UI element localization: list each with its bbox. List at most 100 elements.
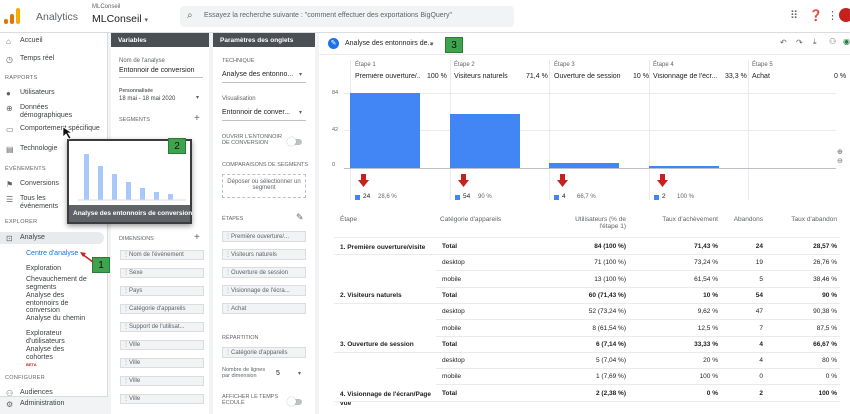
download-icon[interactable]: ⤓	[813, 37, 817, 47]
nav-sub-centre-analyse[interactable]: Centre d'analyse	[26, 250, 78, 258]
nav-sub-entonnoirs[interactable]: Analyse des entonnoirs de conversion	[26, 292, 92, 315]
preview-bar	[168, 194, 173, 200]
dimension-chip[interactable]: Sexe	[120, 268, 204, 278]
table-cell-cat: Total	[442, 291, 458, 299]
date-range[interactable]: 18 mai - 18 mai 2020	[119, 96, 175, 102]
segments-label: SEGMENTS	[119, 117, 150, 123]
section-configurer: CONFIGURER	[5, 375, 45, 381]
open-funnel-toggle[interactable]	[287, 137, 302, 146]
share-icon[interactable]: ⚇	[829, 37, 836, 46]
nav-sub-exploration[interactable]: Exploration	[26, 265, 61, 273]
dropoff-percentage: 28,6 %	[378, 194, 397, 200]
tab-funnel-icon[interactable]: ✎	[328, 38, 339, 49]
step-chip[interactable]: Ouverture de session	[222, 267, 306, 278]
dimension-chip[interactable]: Ville	[120, 340, 204, 350]
step-label: Étape 2	[454, 62, 475, 68]
funnel-bar[interactable]	[549, 162, 619, 168]
popup-caption: Analyse des entonnoirs de conversion	[69, 205, 192, 222]
step-chip[interactable]: Visiteurs naturels	[222, 249, 306, 260]
table-cell-rate: 33,33 %	[694, 340, 718, 348]
visualisation-select[interactable]: Entonnoir de conver...	[222, 109, 290, 116]
variables-title: Variables	[111, 33, 209, 47]
date-dropdown-icon[interactable]: ▾	[196, 94, 199, 101]
redo-icon[interactable]: ↷	[796, 38, 803, 47]
rows-per-dimension-label: Nombre de lignes par dimension	[222, 367, 266, 379]
logo-bar-tall	[16, 8, 20, 24]
add-segment-icon[interactable]: +	[194, 113, 200, 124]
cursor-shape	[62, 126, 74, 140]
tech-icon: ▤	[6, 145, 14, 154]
step-chip[interactable]: Première ouverture/...	[222, 231, 306, 242]
help-icon[interactable]: ❓	[809, 9, 823, 22]
tab-name[interactable]: Analyse des entonnoirs de...	[345, 40, 433, 47]
apps-grid-icon[interactable]: ⠿	[790, 9, 798, 22]
funnel-bar[interactable]	[649, 166, 719, 168]
dimension-chip[interactable]: Ville	[120, 358, 204, 368]
dropoff-legend-square	[654, 195, 659, 200]
add-dimension-icon[interactable]: +	[194, 232, 200, 243]
search-bar[interactable]: ⌕ Essayez la recherche suivante : "comme…	[180, 6, 514, 27]
analytics-logo[interactable]	[2, 8, 30, 24]
dimension-chip[interactable]: Nom de l'événement	[120, 250, 204, 260]
avatar[interactable]	[839, 8, 850, 22]
dropoff-arrow-icon	[557, 174, 568, 187]
step-percentage: 71,4 %	[526, 73, 548, 80]
table-cell-drop-rate: 90,38 %	[813, 308, 837, 316]
elapsed-time-toggle[interactable]	[287, 397, 302, 406]
analysis-name-input[interactable]: Entonnoir de conversion	[119, 67, 195, 74]
dropoff-count: 24	[363, 193, 371, 200]
dimension-chip[interactable]: Pays	[120, 286, 204, 296]
step-chip[interactable]: Achat	[222, 303, 306, 314]
tab-dropdown-icon[interactable]: ▾	[430, 40, 434, 48]
table-cell-drops: 54	[755, 291, 763, 299]
dropoff-arrow-icon	[657, 174, 668, 187]
edit-pencil-icon[interactable]: ✎	[296, 212, 304, 223]
technique-select[interactable]: Analyse des entonno...	[222, 71, 293, 78]
table-header: Taux d'achèvement	[662, 216, 718, 223]
funnel-bar[interactable]	[350, 93, 420, 168]
step-chip[interactable]: Visionnage de l'écra...	[222, 285, 306, 296]
rows-per-dimension-select[interactable]: 5	[276, 370, 280, 377]
callout-arrow	[80, 252, 94, 263]
undo-icon[interactable]: ↶	[780, 38, 787, 47]
preview-bar	[112, 174, 117, 200]
repartition-chip[interactable]: Catégorie d'appareils	[222, 347, 306, 358]
table-cell-rate: 12,5 %	[697, 324, 718, 332]
step-percentage: 0 %	[834, 73, 847, 80]
chevron-down-icon[interactable]: ▾	[299, 71, 302, 78]
section-explorer: EXPLORER	[5, 219, 38, 225]
dimension-chip[interactable]: Catégorie d'appareils	[120, 304, 204, 314]
mouse-cursor-icon	[62, 126, 74, 140]
zoom-out-icon[interactable]: ⊖	[837, 157, 843, 165]
check-circle-icon[interactable]: ◉	[843, 37, 850, 46]
chevron-down-icon[interactable]: ▾	[299, 109, 302, 116]
table-cell-drop-rate: 87,5 %	[816, 324, 837, 332]
table-cell-users: 2 (2,38 %)	[596, 389, 626, 397]
chevron-down-icon[interactable]: ▾	[298, 370, 301, 377]
segment-drop-zone[interactable]: Déposer ou sélectionner un segment	[222, 174, 306, 198]
dropoff-count: 2	[662, 193, 666, 200]
clock-icon: ◷	[6, 55, 13, 64]
nav-label: Temps réel	[20, 55, 55, 62]
table-cell-rate: 10 %	[703, 291, 718, 299]
nav-label: Comportement spécifique	[20, 125, 100, 132]
nav-sub-chevauchement[interactable]: Chevauchement de segments	[26, 276, 92, 291]
more-vert-icon[interactable]: ⋮	[827, 9, 838, 22]
nav-sub-explorateur[interactable]: Explorateur d'utilisateurs	[26, 330, 86, 345]
dimension-chip[interactable]: Ville	[120, 394, 204, 404]
table-cell-cat: Total	[442, 243, 458, 250]
nav-sub-cohortes[interactable]: Analyse des cohortes	[26, 346, 92, 361]
dimension-chip[interactable]: Ville	[120, 376, 204, 386]
beta-badge: BETA	[26, 362, 37, 367]
nav-sub-chemin[interactable]: Analyse du chemin	[26, 315, 92, 323]
dropoff-percentage: 66,7 %	[577, 194, 596, 200]
dimension-chip[interactable]: Support de l'utilisat...	[120, 322, 204, 332]
technique-label: TECHNIQUE	[222, 58, 255, 64]
table-row-divider	[436, 319, 840, 321]
property-selector[interactable]: MLConseil ▾	[92, 13, 148, 25]
table-cell-rate: 61,54 %	[694, 275, 718, 283]
zoom-in-icon[interactable]: ⊕	[837, 148, 843, 156]
funnel-bar[interactable]	[450, 114, 520, 168]
logo-bar-small	[4, 19, 8, 24]
dropoff-count: 4	[562, 193, 566, 200]
